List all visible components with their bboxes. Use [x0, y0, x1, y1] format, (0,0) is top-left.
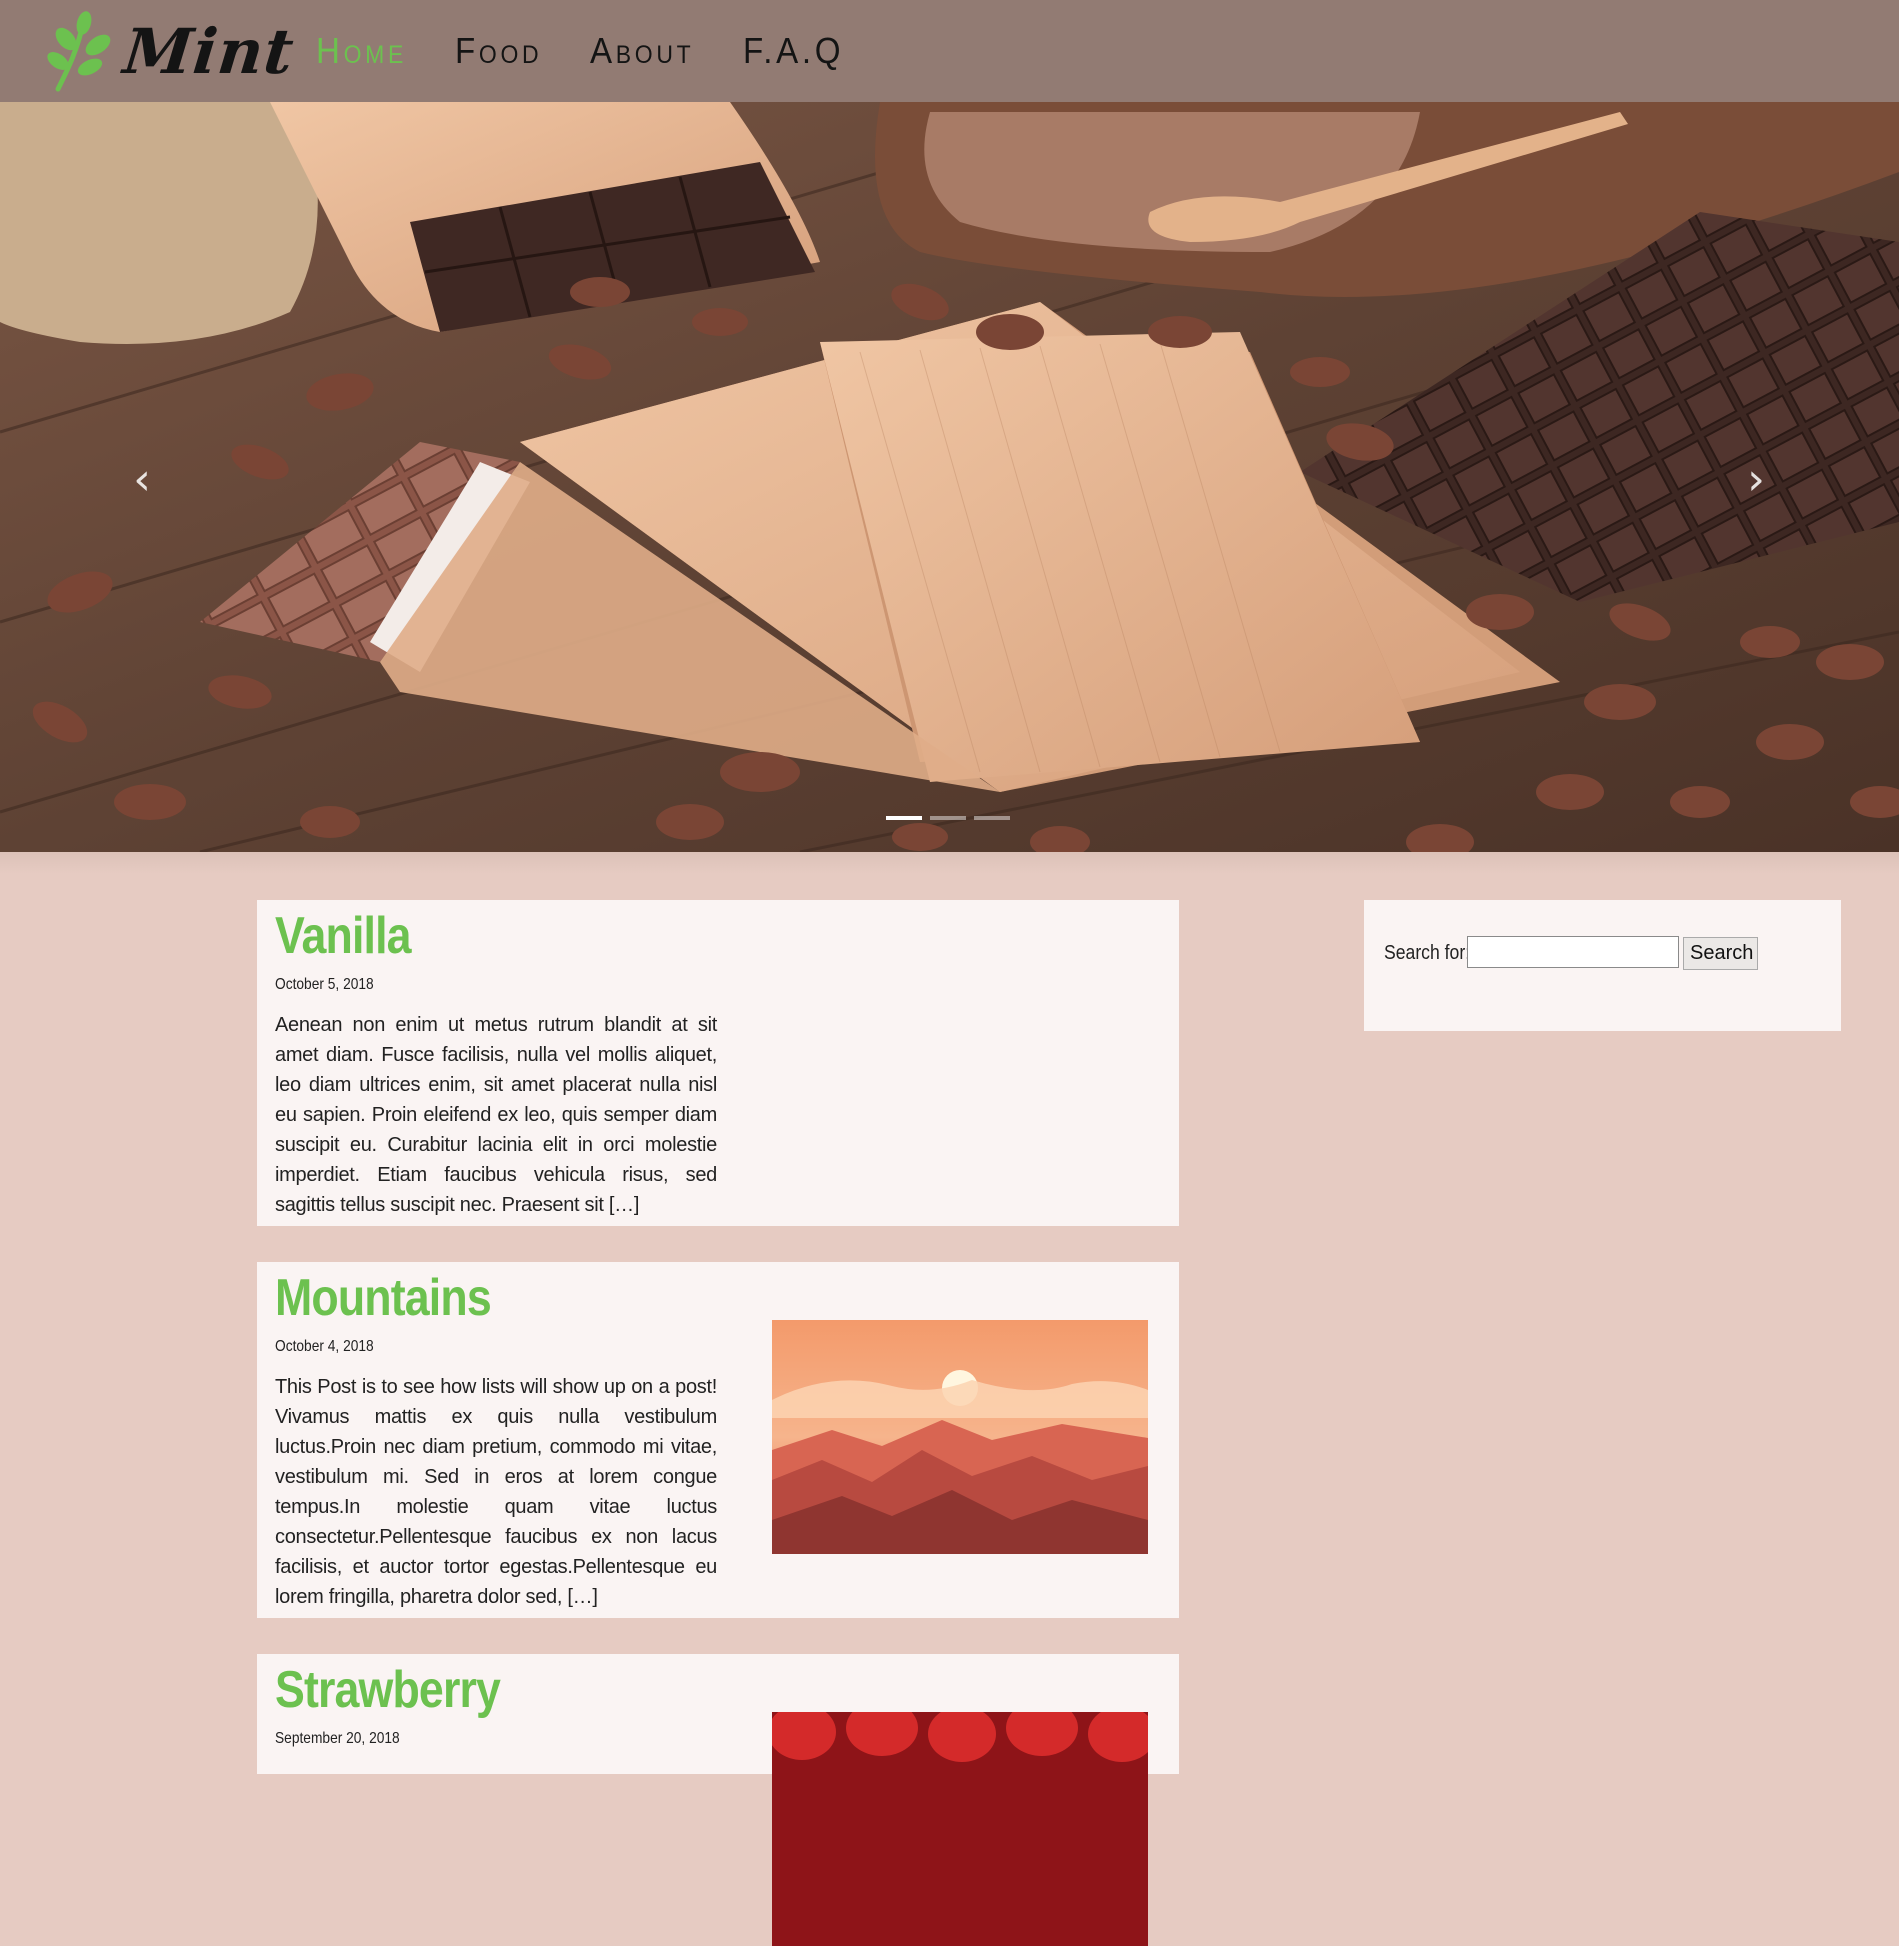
- main-nav: Home Food About F.A.Q: [316, 0, 893, 102]
- post-excerpt: This Post is to see how lists will show …: [275, 1376, 717, 1608]
- post-card-mountains: Mountains October 4, 2018 This Post is t…: [257, 1262, 1179, 1618]
- post-title[interactable]: Mountains: [275, 1262, 492, 1330]
- site-logo[interactable]: Mint: [44, 8, 298, 94]
- site-header: Mint Home Food About F.A.Q: [0, 0, 1899, 102]
- post-title[interactable]: Vanilla: [275, 900, 412, 968]
- slider-prev-button[interactable]: ‹: [122, 458, 162, 502]
- nav-item-food[interactable]: Food: [455, 30, 542, 72]
- hero-slide-image: [0, 102, 1899, 852]
- post-card-strawberry: Strawberry September 20, 2018: [257, 1654, 1179, 1946]
- leaf-logo-icon: [47, 11, 111, 92]
- chevron-right-icon: ›: [1747, 454, 1765, 505]
- post-date: October 5, 2018: [275, 976, 374, 993]
- slider-indicator-3[interactable]: [974, 816, 1010, 820]
- slider-next-button[interactable]: ›: [1736, 458, 1776, 502]
- post-excerpt: Aenean non enim ut metus rutrum blandit …: [275, 1014, 717, 1216]
- hero-slider: ‹ ›: [0, 102, 1899, 852]
- site-logo-text: Mint: [120, 14, 298, 88]
- search-button[interactable]: Search: [1683, 937, 1758, 970]
- nav-item-faq[interactable]: F.A.Q: [743, 30, 844, 72]
- search-widget: Search for: Search: [1364, 900, 1841, 1031]
- chevron-left-icon: ‹: [133, 454, 151, 505]
- slider-indicator-2[interactable]: [930, 816, 966, 820]
- slider-indicator-1[interactable]: [886, 816, 922, 820]
- post-featured-image[interactable]: [772, 1712, 1148, 1946]
- nav-item-about[interactable]: About: [590, 30, 694, 72]
- post-title[interactable]: Strawberry: [275, 1654, 501, 1722]
- search-label: Search for:: [1384, 942, 1471, 964]
- post-featured-image[interactable]: [772, 1320, 1148, 1554]
- post-card-vanilla: Vanilla October 5, 2018 Aenean non enim …: [257, 900, 1179, 1226]
- search-input[interactable]: [1467, 936, 1679, 968]
- nav-item-home[interactable]: Home: [316, 30, 407, 72]
- slider-indicators: [886, 816, 1010, 820]
- hero-divider: [0, 852, 1899, 874]
